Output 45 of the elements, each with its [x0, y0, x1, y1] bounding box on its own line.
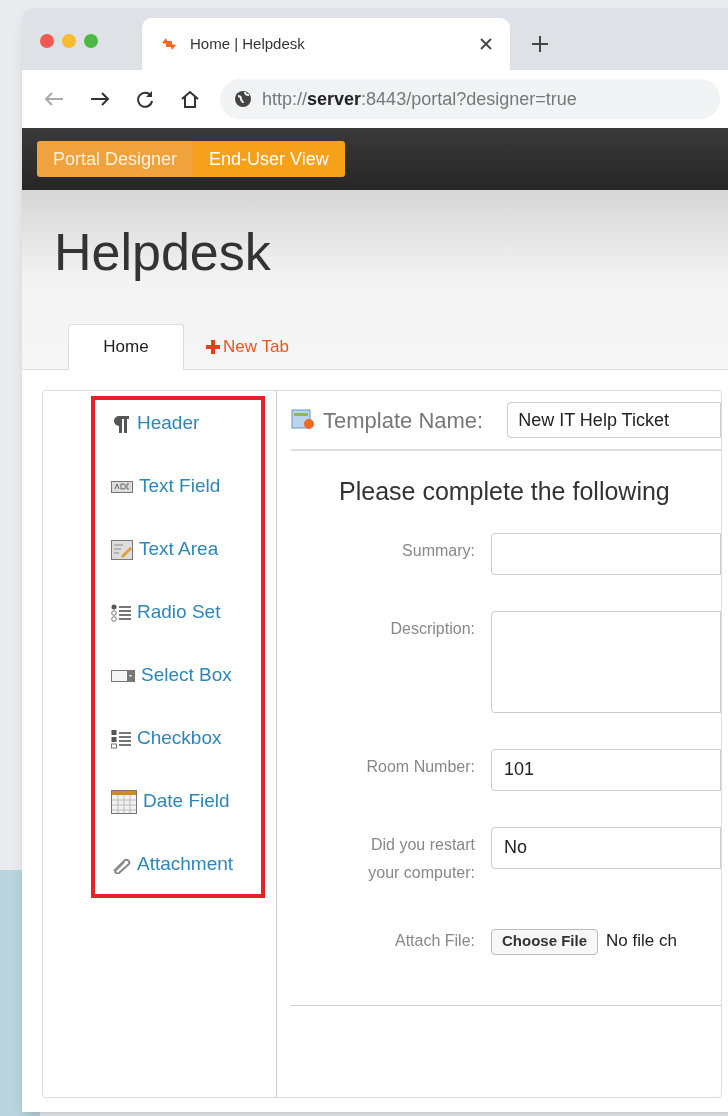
palette-item[interactable]: Text Area [139, 535, 219, 564]
palette-item[interactable]: Attachment [137, 850, 234, 879]
back-arrow-icon[interactable] [44, 91, 64, 107]
home-icon[interactable] [180, 90, 200, 108]
radio-list-icon [111, 602, 131, 623]
palette-item[interactable]: Select Box [141, 661, 232, 690]
palette-item[interactable]: Radio Set [137, 598, 221, 627]
template-name-label: Template Name: [323, 406, 484, 435]
palette-item[interactable]: Checkbox [137, 724, 222, 753]
new-tab-icon[interactable] [532, 36, 548, 52]
text-field-icon [111, 480, 133, 493]
checklist-icon [111, 728, 131, 749]
address-bar[interactable]: http://server:8443/portal?designer=true [220, 79, 720, 119]
field-label: Room Number: [365, 756, 476, 777]
plus-icon [205, 339, 221, 355]
dropdown-icon [111, 669, 135, 682]
calendar-icon [111, 789, 137, 814]
form-template-icon [291, 409, 315, 431]
field-label: Summary: [401, 540, 476, 561]
choose-file-button[interactable]: Choose File [491, 928, 598, 955]
paragraph-icon [111, 413, 131, 434]
field-label: Description: [389, 618, 476, 639]
text-input-field[interactable]: 101 [491, 748, 721, 791]
template-name-field[interactable]: New IT Help Ticket [507, 402, 721, 438]
file-status-text: No file ch [606, 929, 677, 952]
close-icon[interactable] [480, 38, 492, 50]
mode-toggle-button[interactable]: End-User View [193, 141, 345, 177]
browser-tab[interactable]: Home | Helpdesk [142, 18, 510, 70]
field-label: Did you restart your computer: [367, 834, 476, 883]
palette-item[interactable]: Text Field [139, 472, 221, 501]
url-text: http://server:8443/portal?designer=true [262, 87, 577, 111]
reload-icon[interactable] [136, 90, 154, 108]
text-input-field[interactable]: No [491, 826, 721, 869]
field-label: Attach File: [393, 930, 476, 951]
new-tab-link[interactable]: New Tab [204, 324, 290, 370]
palette-item[interactable]: Date Field [143, 787, 230, 816]
form-heading: Please complete the following [339, 476, 671, 507]
text-input-field[interactable] [491, 532, 721, 575]
forward-arrow-icon[interactable] [90, 91, 110, 107]
text-area-field[interactable] [491, 610, 721, 713]
pencil-note-icon [111, 539, 133, 560]
page-tab[interactable]: Home [68, 324, 184, 370]
globe-icon [234, 90, 252, 108]
tab-title: Home | Helpdesk [190, 33, 306, 54]
palette-item[interactable]: Header [137, 409, 200, 438]
